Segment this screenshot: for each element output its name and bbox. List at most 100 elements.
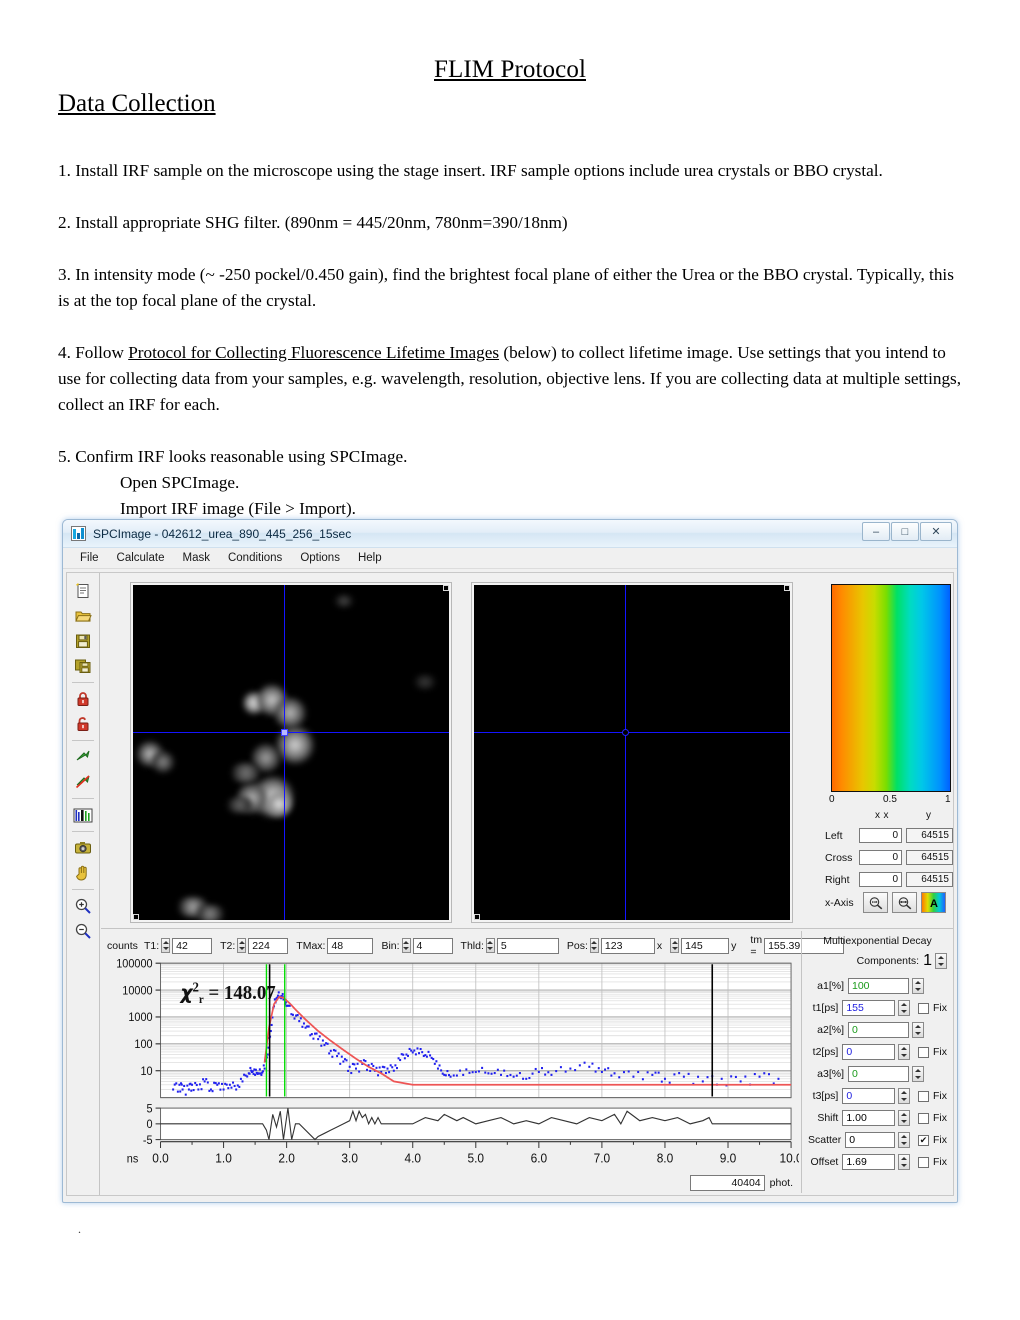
t3-input[interactable]: 0 (842, 1088, 895, 1104)
histogram-icon[interactable] (70, 803, 96, 827)
pos-y-control[interactable]: 145 y (670, 938, 736, 954)
threshold-control[interactable]: Thld: 5 (461, 938, 559, 954)
shift-input[interactable]: 1.00 (842, 1110, 895, 1126)
selection-corner-handle[interactable] (784, 585, 790, 591)
t2-fix-checkbox[interactable] (918, 1047, 929, 1058)
t1-spinner[interactable] (161, 938, 170, 953)
bin-control[interactable]: Bin: 4 (381, 938, 452, 954)
t1-input[interactable]: 42 (172, 938, 212, 954)
shift-fix-label: Fix (933, 1112, 947, 1124)
save-icon[interactable] (70, 629, 96, 653)
a1-input[interactable]: 100 (848, 978, 909, 994)
svg-text:-5: -5 (143, 1135, 153, 1147)
window-titlebar[interactable]: SPCImage - 042612_urea_890_445_256_15sec… (63, 520, 957, 548)
offset-fix-checkbox[interactable] (918, 1157, 929, 1168)
a3-spinner[interactable] (912, 1066, 924, 1082)
right-x-value[interactable]: 0 (859, 872, 902, 887)
t2-input[interactable]: 224 (248, 938, 288, 954)
threshold-spinner[interactable] (486, 938, 495, 953)
t3-fix-checkbox[interactable] (918, 1091, 929, 1102)
decay-plot[interactable]: 10000010000100010010χ2r = 148.0750-50.01… (105, 959, 799, 1169)
cross-y-value[interactable]: 64515 (906, 850, 953, 865)
left-y-value[interactable]: 64515 (906, 828, 953, 843)
t1-label: T1: (144, 940, 159, 952)
intensity-image[interactable] (133, 585, 449, 920)
a2-spinner[interactable] (912, 1022, 924, 1038)
t2-spinner[interactable] (237, 938, 246, 953)
right-y-value[interactable]: 64515 (906, 872, 953, 887)
a1-label: a1[%] (808, 980, 848, 992)
new-document-icon[interactable] (70, 579, 96, 603)
hand-icon[interactable] (70, 861, 96, 885)
t2-spinner[interactable] (898, 1044, 910, 1060)
offset-spinner[interactable] (898, 1154, 910, 1170)
zoom-in-icon[interactable] (70, 894, 96, 918)
bin-input[interactable]: 4 (413, 938, 453, 954)
shift-fix-checkbox[interactable] (918, 1113, 929, 1124)
step-1-paragraph: 1. Install IRF sample on the microscope … (58, 158, 962, 184)
menu-item-conditions[interactable]: Conditions (219, 550, 291, 566)
lifetime-image[interactable] (474, 585, 790, 920)
t2-fix-label: Fix (933, 1046, 947, 1058)
scatter-fix-checkbox[interactable]: ✔ (918, 1135, 929, 1146)
scatter-input[interactable]: 0 (845, 1132, 895, 1148)
t1-control[interactable]: T1: 42 (144, 938, 212, 954)
offset-fix-group: Fix (918, 1156, 947, 1168)
lifetime-image-panel[interactable] (471, 582, 793, 923)
crosshair-center-marker[interactable] (622, 729, 629, 736)
a3-input[interactable]: 0 (848, 1066, 909, 1082)
green-arrow-icon[interactable] (70, 745, 96, 769)
selection-corner-handle[interactable] (474, 914, 480, 920)
maximize-button[interactable]: □ (891, 522, 919, 541)
close-button[interactable]: ✕ (920, 522, 952, 541)
t1-spinner[interactable] (898, 1000, 910, 1016)
shift-spinner[interactable] (898, 1110, 910, 1126)
color-gradient-bar[interactable] (831, 584, 951, 792)
decay-plot-svg[interactable]: 10000010000100010010χ2r = 148.0750-50.01… (105, 959, 799, 1169)
components-spinner[interactable] (935, 953, 947, 969)
menu-item-options[interactable]: Options (291, 550, 349, 566)
components-input[interactable]: 1 (923, 952, 932, 970)
menu-item-calculate[interactable]: Calculate (108, 550, 174, 566)
t3-spinner[interactable] (898, 1088, 910, 1104)
lock-closed-icon[interactable] (70, 687, 96, 711)
camera-icon[interactable] (70, 836, 96, 860)
bin-spinner[interactable] (402, 938, 411, 953)
tmax-input[interactable]: 48 (327, 938, 373, 954)
autoscale-rainbow-icon[interactable]: A (921, 892, 946, 913)
menu-item-mask[interactable]: Mask (173, 550, 218, 566)
minimize-button[interactable]: – (862, 522, 890, 541)
pos-y-spinner[interactable] (670, 938, 679, 953)
intensity-image-panel[interactable] (130, 582, 452, 923)
pos-x-control[interactable]: Pos: 123 x (567, 938, 662, 954)
save-all-icon[interactable] (70, 654, 96, 678)
t2-input[interactable]: 0 (842, 1044, 895, 1060)
decay-analysis-area: counts T1: 42 T2: 224 TMax: 48 B (101, 928, 953, 1195)
a1-spinner[interactable] (912, 978, 924, 994)
t2-control[interactable]: T2: 224 (220, 938, 288, 954)
pos-x-spinner[interactable] (590, 938, 599, 953)
selection-corner-handle[interactable] (443, 585, 449, 591)
pos-y-input[interactable]: 145 (681, 938, 729, 954)
threshold-input[interactable]: 5 (497, 938, 559, 954)
zoom-dots-icon[interactable] (863, 892, 888, 913)
offset-input[interactable]: 1.69 (842, 1154, 895, 1170)
lock-open-icon[interactable] (70, 712, 96, 736)
crosshair-center-marker[interactable] (281, 729, 288, 736)
tmax-control[interactable]: TMax: 48 (296, 938, 373, 954)
menu-item-help[interactable]: Help (349, 550, 391, 566)
left-x-value[interactable]: 0 (859, 828, 902, 843)
menu-item-file[interactable]: File (71, 550, 108, 566)
scatter-spinner[interactable] (898, 1132, 910, 1148)
zoom-arrows-icon[interactable] (892, 892, 917, 913)
zoom-out-icon[interactable] (70, 919, 96, 943)
green-arrow-stop-icon[interactable] (70, 770, 96, 794)
cross-x-value[interactable]: 0 (859, 850, 902, 865)
selection-corner-handle[interactable] (133, 914, 139, 920)
t1-input[interactable]: 155 (842, 1000, 895, 1016)
open-folder-icon[interactable] (70, 604, 96, 628)
t1-fix-checkbox[interactable] (918, 1003, 929, 1014)
pos-x-input[interactable]: 123 (601, 938, 655, 954)
photon-count-value[interactable]: 40404 (690, 1175, 765, 1191)
a2-input[interactable]: 0 (848, 1022, 909, 1038)
